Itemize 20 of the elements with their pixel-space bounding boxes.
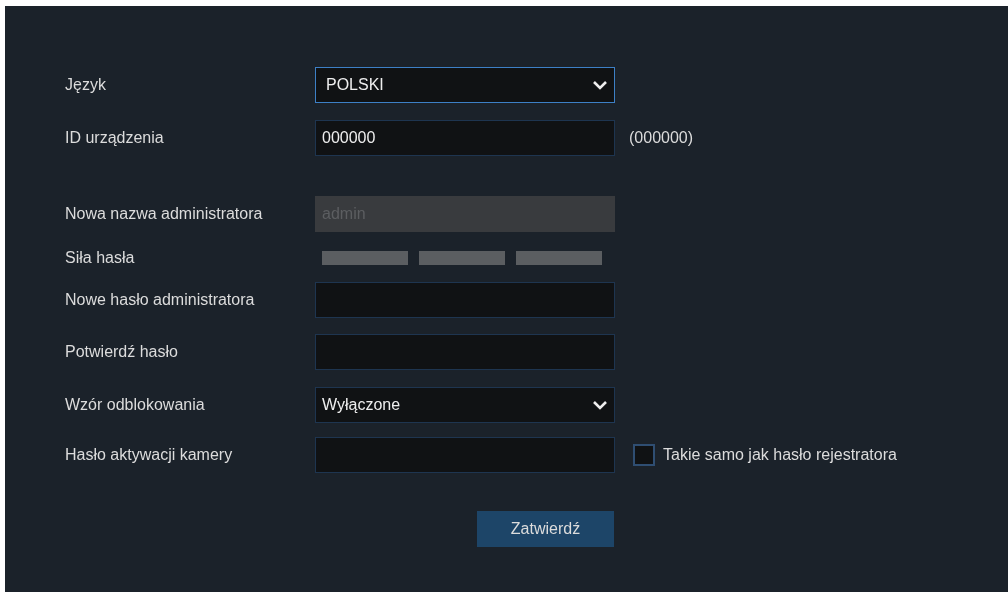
field-label: Język	[65, 76, 107, 94]
input-field[interactable]	[315, 282, 615, 318]
field-label: Nowe hasło administratora	[65, 291, 256, 309]
field-label: Hasło aktywacji kamery	[65, 446, 234, 464]
chevron-down-icon	[592, 399, 608, 411]
field-label: Potwierdź hasło	[65, 343, 179, 361]
checkbox-label: Takie samo jak hasło rejestratora	[663, 446, 897, 464]
checkbox[interactable]	[633, 444, 655, 466]
dropdown[interactable]: Wyłączone	[315, 387, 615, 423]
input-field[interactable]: 000000	[315, 120, 615, 156]
confirm-button[interactable]: Zatwierdź	[477, 511, 614, 547]
id-hint: (000000)	[629, 129, 694, 147]
input-field[interactable]	[315, 437, 615, 473]
field-label: Wzór odblokowania	[65, 396, 206, 414]
field-label: ID urządzenia	[65, 129, 165, 147]
field-label: Nowa nazwa administratora	[65, 205, 264, 223]
chevron-down-icon	[592, 79, 608, 91]
input-field[interactable]	[315, 334, 615, 370]
dropdown[interactable]: POLSKI	[315, 67, 615, 103]
field-label: Siła hasła	[65, 249, 136, 267]
